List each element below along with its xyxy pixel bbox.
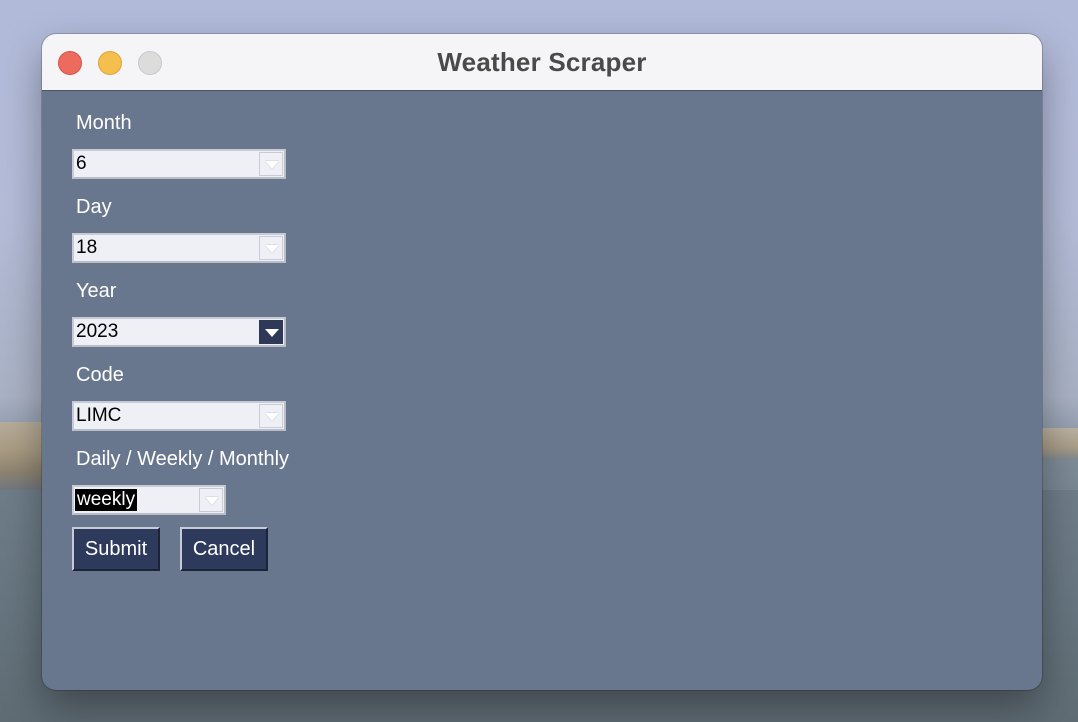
day-value: 18 <box>76 237 98 258</box>
month-select[interactable]: 6 <box>72 149 286 179</box>
month-value: 6 <box>76 153 87 174</box>
background-shoreline-left <box>0 422 48 492</box>
chevron-down-icon[interactable] <box>259 320 283 344</box>
chevron-down-icon[interactable] <box>259 152 283 176</box>
chevron-down-icon[interactable] <box>259 236 283 260</box>
submit-button[interactable]: Submit <box>72 527 160 571</box>
code-select[interactable]: LIMC <box>72 401 286 431</box>
year-select[interactable]: 2023 <box>72 317 286 347</box>
day-label: Day <box>76 196 112 218</box>
code-value: LIMC <box>76 405 122 426</box>
cancel-button[interactable]: Cancel <box>180 527 268 571</box>
background-shoreline-right <box>1038 428 1078 460</box>
period-label: Daily / Weekly / Monthly <box>76 448 290 470</box>
chevron-down-icon[interactable] <box>259 404 283 428</box>
title-bar[interactable]: Weather Scraper <box>42 34 1042 91</box>
day-select[interactable]: 18 <box>72 233 286 263</box>
code-label: Code <box>76 364 124 386</box>
year-value: 2023 <box>76 321 119 342</box>
chevron-down-icon[interactable] <box>199 488 223 512</box>
month-label: Month <box>76 112 132 134</box>
period-value: weekly <box>75 489 138 511</box>
year-label: Year <box>76 280 117 302</box>
app-window: Weather Scraper Month 6 Day 18 Year 2023… <box>42 34 1042 690</box>
window-title: Weather Scraper <box>437 47 647 77</box>
period-select[interactable]: weekly <box>72 485 226 515</box>
